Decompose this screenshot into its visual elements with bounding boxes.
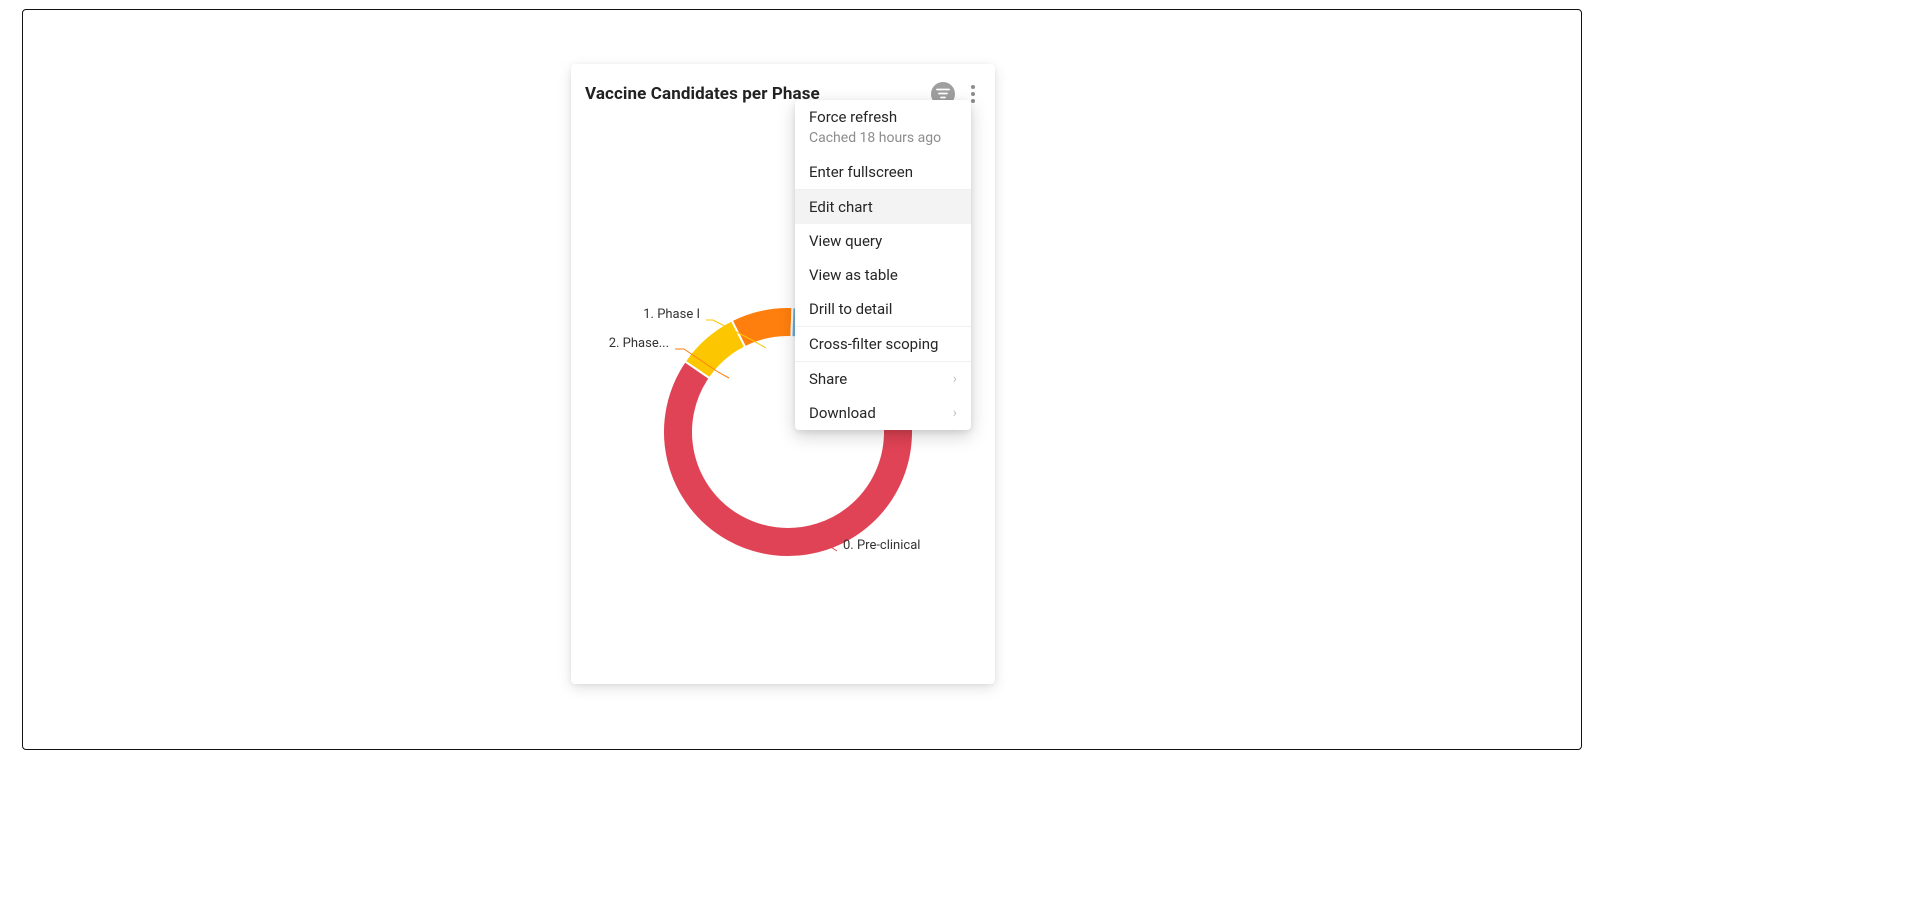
slice-label-phase1: 1. Phase I [620,307,700,322]
menu-share-label: Share [809,370,847,388]
menu-edit-chart-label: Edit chart [809,198,873,216]
menu-download-label: Download [809,404,876,422]
menu-view-query-label: View query [809,232,882,250]
chevron-right-icon: › [953,371,957,387]
menu-cached-status: Cached 18 hours ago [795,130,971,155]
chart-context-menu: Force refresh Cached 18 hours ago Enter … [795,100,971,430]
funnel-icon [936,87,950,101]
menu-enter-fullscreen[interactable]: Enter fullscreen [795,155,971,189]
card-title: Vaccine Candidates per Phase [585,84,820,104]
menu-cross-filter-scoping[interactable]: Cross-filter scoping [795,327,971,361]
slice-label-phase2: 2. Phase... [589,336,669,351]
slice-label-preclinical: 0. Pre-clinical [843,538,920,553]
menu-view-as-table-label: View as table [809,266,898,284]
chevron-right-icon: › [953,405,957,421]
menu-download[interactable]: Download › [795,396,971,430]
menu-cross-filter-scoping-label: Cross-filter scoping [809,335,938,353]
menu-edit-chart[interactable]: Edit chart [795,190,971,224]
menu-view-as-table[interactable]: View as table [795,258,971,292]
menu-share[interactable]: Share › [795,362,971,396]
menu-drill-to-detail[interactable]: Drill to detail [795,292,971,326]
menu-view-query[interactable]: View query [795,224,971,258]
menu-force-refresh[interactable]: Force refresh [795,100,971,134]
menu-enter-fullscreen-label: Enter fullscreen [809,163,913,181]
menu-force-refresh-label: Force refresh [809,108,897,126]
menu-drill-to-detail-label: Drill to detail [809,300,892,318]
